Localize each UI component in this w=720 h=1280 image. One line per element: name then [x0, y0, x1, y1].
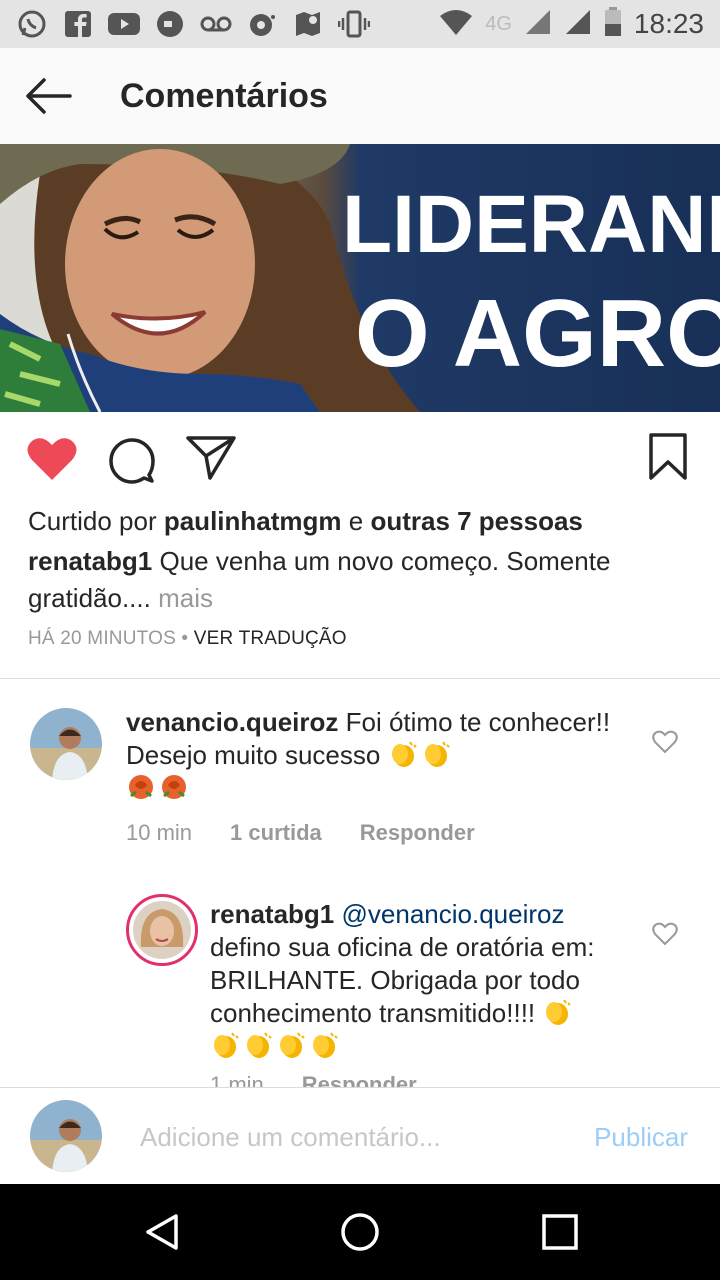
liked-by-prefix: Curtido por — [28, 506, 164, 536]
whatsapp-icon — [16, 8, 48, 40]
page-title: Comentários — [120, 77, 328, 115]
battery-icon — [604, 6, 622, 42]
clapping-hands-emoji — [391, 741, 417, 767]
banner-text-line1: LIDERANDO — [342, 179, 720, 270]
clapping-hands-emoji — [214, 1032, 239, 1058]
comment-username[interactable]: venancio.queiroz — [126, 707, 338, 737]
status-bar: 4G 18:23 — [0, 0, 720, 48]
clock: 18:23 — [633, 8, 704, 39]
reply-button[interactable]: Responder — [302, 1072, 417, 1087]
clapping-hands-emoji — [546, 999, 572, 1025]
mention-link[interactable]: @venancio.queiroz — [342, 899, 565, 929]
reply-button[interactable]: Responder — [360, 820, 475, 845]
post-timestamp: HÁ 20 MINUTOS — [28, 628, 176, 649]
comment-meta: 10 min 1 curtida Responder — [126, 820, 513, 846]
rose-emoji — [162, 775, 186, 799]
liked-by-others[interactable]: outras 7 pessoas — [370, 506, 582, 536]
recents-square-icon[interactable] — [538, 1210, 582, 1254]
youtube-icon — [108, 8, 140, 40]
wifi-icon — [439, 8, 473, 41]
clapping-hands-emoji — [424, 741, 450, 767]
bookmark-icon[interactable] — [648, 432, 688, 487]
heart-outline-icon[interactable] — [652, 730, 678, 754]
comment-reply-item: renatabg1 @venancio.queiroz defino sua o… — [0, 892, 720, 1087]
comment-text: defino sua oficina de oratória em: BRILH… — [210, 932, 595, 1028]
system-status: 4G 18:23 — [439, 6, 704, 42]
home-circle-icon[interactable] — [338, 1210, 382, 1254]
signal-icon — [524, 8, 552, 41]
comment-meta: 1 min Responder — [210, 1072, 455, 1087]
arrow-left-icon[interactable] — [22, 76, 74, 116]
app-bar: Comentários — [0, 48, 720, 144]
vibrate-icon — [338, 8, 370, 40]
liked-by-user[interactable]: paulinhatmgm — [164, 506, 342, 536]
notification-icons — [16, 8, 370, 40]
network-type: 4G — [485, 12, 512, 35]
back-triangle-icon[interactable] — [140, 1210, 184, 1254]
clapping-hands-emoji — [313, 1032, 338, 1058]
comment-time: 1 min — [210, 1072, 264, 1087]
comment-username[interactable]: renatabg1 — [210, 899, 334, 929]
comment-like-count[interactable]: 1 curtida — [230, 820, 322, 845]
caption-more-link[interactable]: mais — [151, 583, 213, 613]
comment-body: venancio.queiroz Foi ótimo te conhecer!!… — [126, 706, 626, 805]
comment-icon[interactable] — [108, 436, 156, 489]
headset-icon — [246, 8, 278, 40]
translate-link[interactable]: VER TRADUÇÃO — [194, 628, 347, 649]
clapping-hands-emoji — [247, 1032, 272, 1058]
avatar-story-ring[interactable] — [126, 894, 198, 966]
avatar[interactable] — [30, 708, 102, 780]
comment-input[interactable]: Adicione um comentário... — [140, 1122, 441, 1153]
post-image: LIDERANDO O AGRO! — [0, 144, 720, 412]
post-meta: HÁ 20 MINUTOS • VER TRADUÇÃO — [28, 628, 347, 650]
comment-body: renatabg1 @venancio.queiroz defino sua o… — [210, 898, 630, 1063]
rose-emoji — [129, 775, 153, 799]
maps-icon — [292, 8, 324, 40]
post-caption: renatabg1 Que venha um novo começo. Some… — [28, 543, 688, 617]
heart-filled-icon[interactable] — [26, 436, 78, 487]
post-actions — [0, 412, 720, 508]
share-icon[interactable] — [186, 434, 238, 485]
meta-separator: • — [175, 628, 194, 649]
divider — [0, 678, 720, 679]
liked-by: Curtido por paulinhatmgm e outras 7 pess… — [28, 505, 583, 537]
facebook-icon — [62, 8, 94, 40]
comment-item: venancio.queiroz Foi ótimo te conhecer!!… — [0, 700, 720, 860]
heart-outline-icon[interactable] — [652, 922, 678, 946]
banner-text-line2: O AGRO! — [355, 280, 720, 387]
uber-icon — [154, 8, 186, 40]
signal-icon — [564, 8, 592, 41]
caption-username[interactable]: renatabg1 — [28, 546, 152, 576]
clapping-hands-emoji — [280, 1032, 305, 1058]
navigation-bar — [0, 1184, 720, 1280]
comment-composer: Adicione um comentário... Publicar — [0, 1087, 720, 1185]
liked-by-connector: e — [341, 506, 371, 536]
publish-button[interactable]: Publicar — [594, 1122, 688, 1153]
avatar — [30, 1100, 102, 1172]
voicemail-icon — [200, 8, 232, 40]
comment-time: 10 min — [126, 820, 193, 845]
